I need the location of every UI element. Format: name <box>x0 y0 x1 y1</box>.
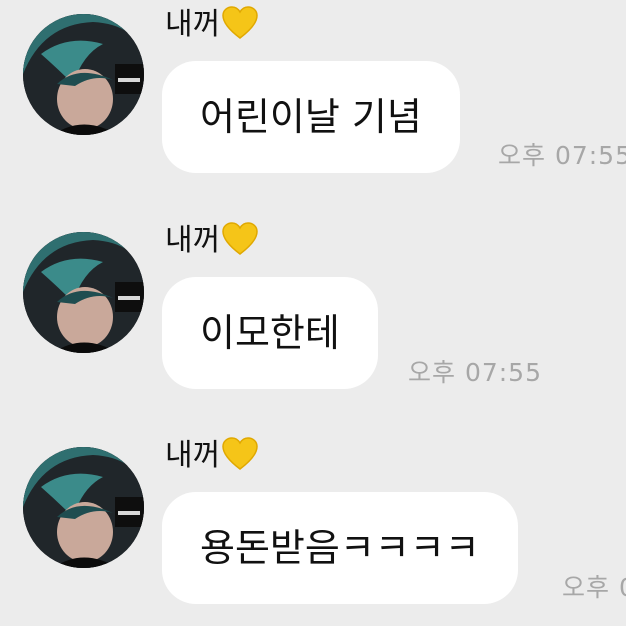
sender-name-text: 내꺼 <box>165 223 221 258</box>
yellow-heart-icon <box>222 222 258 265</box>
chat-window: 내꺼 어린이날 기념 오후 07:55 내꺼 이모한테 오후 07:55 내꺼 … <box>0 0 626 626</box>
avatar-photo <box>23 447 144 568</box>
avatar-photo <box>23 232 144 353</box>
message-text: 이모한테 <box>200 311 340 355</box>
message-timestamp: 오후 07:55 <box>408 358 542 387</box>
message-text: 용돈받음ㅋㅋㅋㅋ <box>200 526 480 570</box>
message-bubble[interactable]: 어린이날 기념 <box>162 61 460 173</box>
sender-name: 내꺼 <box>165 437 258 480</box>
yellow-heart-icon <box>222 6 258 49</box>
message-row: 내꺼 이모한테 오후 07:55 <box>0 216 626 416</box>
yellow-heart-icon <box>222 437 258 480</box>
avatar[interactable] <box>23 447 144 568</box>
avatar[interactable] <box>23 14 144 135</box>
message-bubble[interactable]: 용돈받음ㅋㅋㅋㅋ <box>162 492 518 604</box>
avatar-photo <box>23 14 144 135</box>
message-row: 내꺼 어린이날 기념 오후 07:55 <box>0 0 626 200</box>
sender-name-text: 내꺼 <box>165 438 221 473</box>
message-timestamp: 오후 07:55 <box>562 573 626 602</box>
message-text: 어린이날 기념 <box>200 95 422 139</box>
message-row: 내꺼 용돈받음ㅋㅋㅋㅋ 오후 07:55 <box>0 431 626 626</box>
sender-name: 내꺼 <box>165 6 258 49</box>
message-timestamp: 오후 07:55 <box>498 141 626 170</box>
message-bubble[interactable]: 이모한테 <box>162 277 378 389</box>
sender-name: 내꺼 <box>165 222 258 265</box>
avatar[interactable] <box>23 232 144 353</box>
sender-name-text: 내꺼 <box>165 7 221 42</box>
